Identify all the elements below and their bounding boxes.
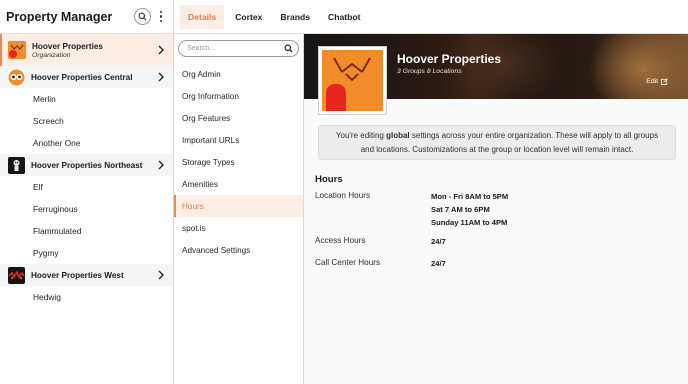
org-name: Hoover Properties bbox=[32, 41, 103, 51]
edit-label: Edit bbox=[646, 78, 658, 85]
tab-brands[interactable]: Brands bbox=[273, 5, 317, 29]
global-edit-notice: You're editing global settings across yo… bbox=[318, 125, 676, 160]
hours-label: Location Hours bbox=[315, 191, 371, 200]
nav-item-org-features[interactable]: Org Features bbox=[174, 107, 303, 129]
chevron-right-icon[interactable] bbox=[157, 45, 165, 55]
search-icon[interactable] bbox=[134, 8, 151, 25]
owl-logo-icon bbox=[8, 41, 26, 59]
top-tab-bar: Details Cortex Brands Chatbot bbox=[174, 0, 688, 34]
sidebar-location-merlin[interactable]: Merlin bbox=[0, 88, 173, 110]
nav-item-hours[interactable]: Hours bbox=[174, 195, 303, 217]
owl-logo-icon bbox=[322, 50, 383, 111]
group-name: Hoover Properties West bbox=[31, 270, 124, 280]
chevron-right-icon[interactable] bbox=[157, 270, 165, 280]
app-title: Property Manager bbox=[6, 9, 113, 24]
chevron-right-icon[interactable] bbox=[157, 160, 165, 170]
owl-face-icon bbox=[8, 68, 25, 86]
group-name: Hoover Properties Central bbox=[31, 72, 133, 82]
settings-nav: Org Admin Org Information Org Features I… bbox=[174, 34, 304, 384]
chevron-right-icon[interactable] bbox=[157, 72, 165, 82]
hours-value: 24/7 bbox=[431, 237, 446, 246]
hours-value: 24/7 bbox=[431, 259, 446, 268]
tab-details[interactable]: Details bbox=[180, 4, 225, 29]
tab-chatbot[interactable]: Chatbot bbox=[321, 5, 367, 29]
search-icon[interactable] bbox=[284, 44, 293, 53]
nav-item-amenities[interactable]: Amenities bbox=[174, 173, 303, 195]
notice-bold: global bbox=[386, 131, 410, 140]
location-hours-row: Location Hours Mon - Fri 8AM to 5PM Sat … bbox=[315, 191, 688, 227]
org-logo bbox=[318, 46, 387, 115]
nav-search bbox=[178, 40, 299, 57]
sidebar-location-flammulated[interactable]: Flammulated bbox=[0, 220, 173, 242]
nav-item-important-urls[interactable]: Important URLs bbox=[174, 129, 303, 151]
sidebar-location-elf[interactable]: Elf bbox=[0, 176, 173, 198]
hours-value: Sat 7 AM to 6PM bbox=[431, 205, 490, 214]
nav-item-storage-types[interactable]: Storage Types bbox=[174, 151, 303, 173]
sidebar-location-another-one[interactable]: Another One bbox=[0, 132, 173, 154]
org-subtitle: Organization bbox=[32, 51, 71, 59]
details-panel: Hoover Properties 3 Groups 8 Locations E… bbox=[304, 34, 688, 384]
call-center-hours-row: Call Center Hours 24/7 bbox=[315, 258, 688, 268]
sidebar-group-central[interactable]: Hoover Properties Central bbox=[0, 66, 173, 88]
access-hours-row: Access Hours 24/7 bbox=[315, 236, 688, 246]
hours-label: Access Hours bbox=[315, 236, 366, 245]
nav-item-org-information[interactable]: Org Information bbox=[174, 85, 303, 107]
more-vertical-icon[interactable] bbox=[155, 8, 167, 25]
edit-icon bbox=[661, 78, 668, 85]
nav-search-input[interactable] bbox=[187, 45, 284, 52]
hours-section-title: Hours bbox=[315, 174, 343, 185]
org-meta: 3 Groups 8 Locations bbox=[397, 68, 462, 75]
sidebar-group-west[interactable]: Hoover Properties West bbox=[0, 264, 173, 286]
hours-label: Call Center Hours bbox=[315, 258, 381, 267]
hours-value: Mon - Fri 8AM to 5PM bbox=[431, 192, 509, 201]
notice-line2: and locations. Customizations at the gro… bbox=[360, 145, 634, 154]
sidebar-location-ferruginous[interactable]: Ferruginous bbox=[0, 198, 173, 220]
group-name: Hoover Properties Northeast bbox=[31, 160, 143, 170]
sidebar-group-northeast[interactable]: Hoover Properties Northeast bbox=[0, 154, 173, 176]
nav-item-spot-is[interactable]: spot.is bbox=[174, 217, 303, 239]
property-sidebar: Property Manager Hoover Properties Organ… bbox=[0, 0, 174, 384]
notice-prefix: You're editing bbox=[335, 131, 387, 140]
owl-silhouette-icon bbox=[8, 156, 25, 174]
nav-item-org-admin[interactable]: Org Admin bbox=[174, 63, 303, 85]
hours-value: Sunday 11AM to 4PM bbox=[431, 218, 508, 227]
sidebar-location-screech[interactable]: Screech bbox=[0, 110, 173, 132]
tab-cortex[interactable]: Cortex bbox=[228, 5, 269, 29]
sidebar-header: Property Manager bbox=[0, 0, 173, 34]
sidebar-location-hedwig[interactable]: Hedwig bbox=[0, 286, 173, 308]
edit-button[interactable]: Edit bbox=[646, 78, 668, 85]
page-title: Hoover Properties bbox=[397, 52, 502, 66]
nav-item-advanced-settings[interactable]: Advanced Settings bbox=[174, 239, 303, 261]
sidebar-location-pygmy[interactable]: Pygmy bbox=[0, 242, 173, 264]
owl-pattern-icon bbox=[8, 266, 25, 284]
notice-line1: settings across your entire organization… bbox=[409, 131, 659, 140]
sidebar-org-hoover-properties[interactable]: Hoover Properties Organization bbox=[0, 34, 173, 66]
